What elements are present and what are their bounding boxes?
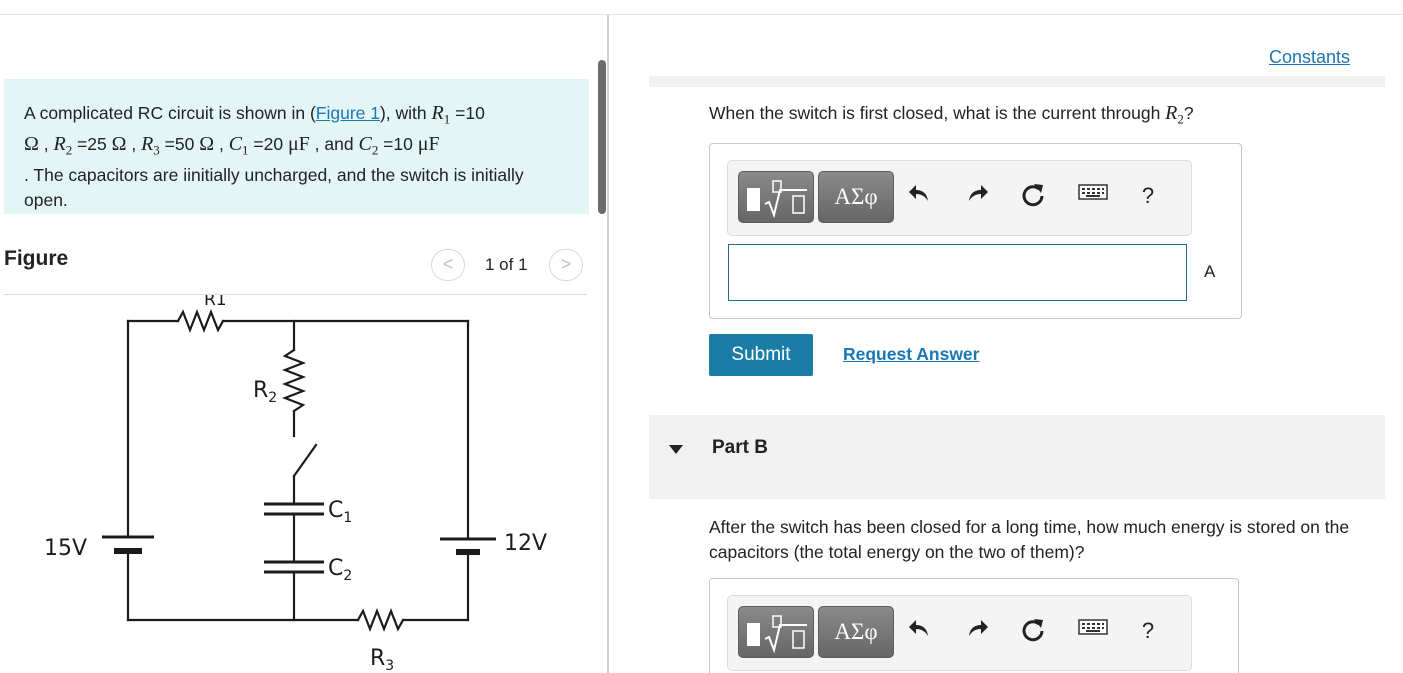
- c2-label-sub: 2: [343, 568, 352, 584]
- r3-label-letter: R: [370, 646, 385, 671]
- voltage-15v-label: 15V: [44, 536, 87, 561]
- part-a-header-strip: [649, 76, 1385, 87]
- r3-value: =50: [159, 134, 200, 154]
- part-a-question: When the switch is first closed, what is…: [709, 102, 1194, 128]
- r3-symbol: R: [141, 133, 154, 155]
- c2-label: C2: [328, 556, 352, 584]
- problem-text: A complicated RC circuit is shown in (Fi…: [24, 102, 524, 210]
- part-b-answer-box: ΑΣφ ?: [709, 578, 1239, 673]
- keyboard-icon[interactable]: [1078, 616, 1108, 650]
- switch-blade: [292, 443, 318, 478]
- pager-count: 1 of 1: [485, 255, 528, 274]
- problem-text-with: ), with: [379, 103, 432, 123]
- redo-icon[interactable]: [961, 616, 991, 650]
- next-figure-button[interactable]: >: [549, 249, 583, 281]
- radical-icon: [764, 180, 807, 218]
- r2-symbol: R: [53, 133, 66, 155]
- part-a-question-mark: ?: [1183, 103, 1194, 123]
- math-toolbar: ΑΣφ ?: [727, 595, 1192, 671]
- help-icon[interactable]: ?: [1133, 616, 1163, 650]
- part-a-answer-input[interactable]: [728, 244, 1187, 301]
- resistor-r1: [176, 308, 225, 334]
- part-a-question-symbol: R: [1165, 102, 1178, 124]
- r3-label: R3: [370, 646, 394, 673]
- c2-symbol: C: [358, 133, 372, 155]
- part-b-title: Part B: [712, 437, 768, 458]
- part-a-question-text: When the switch is first closed, what is…: [709, 103, 1166, 123]
- ohm-unit: Ω: [111, 133, 127, 155]
- resistor-r3: [356, 607, 405, 633]
- c1-label: C1: [328, 498, 352, 526]
- figure-link[interactable]: Figure 1: [316, 103, 380, 123]
- previous-figure-button[interactable]: <: [431, 249, 465, 281]
- c2-value: =10: [378, 134, 418, 154]
- greek-symbols-button[interactable]: ΑΣφ: [818, 171, 894, 223]
- submit-button[interactable]: Submit: [709, 334, 813, 376]
- problem-statement: A complicated RC circuit is shown in (Fi…: [4, 79, 589, 214]
- caret-down-icon[interactable]: [669, 445, 683, 454]
- constants-link[interactable]: Constants: [1269, 47, 1350, 68]
- templates-button[interactable]: [738, 171, 814, 223]
- r3-label-sub: 3: [385, 658, 394, 673]
- r1-symbol: R: [431, 102, 444, 124]
- pane-divider[interactable]: [607, 15, 609, 673]
- problem-text-prefix: A complicated RC circuit is shown in (: [24, 103, 316, 123]
- left-pane-scrollbar[interactable]: [598, 60, 606, 214]
- undo-icon[interactable]: [906, 181, 936, 215]
- r2-label-letter: R: [253, 378, 268, 403]
- unit-label: A: [1204, 262, 1216, 281]
- c1-value: =20: [248, 134, 288, 154]
- circuit-diagram: R1 R2 C1 C2 R3 15V 12V: [44, 295, 547, 673]
- r2-label: R2: [253, 378, 277, 406]
- part-a-answer-box: ΑΣφ ? A: [709, 143, 1242, 319]
- c1-label-letter: C: [328, 498, 343, 523]
- ohm-unit: Ω: [24, 133, 39, 155]
- r1-value: =10: [450, 103, 485, 123]
- templates-icon: [747, 623, 760, 646]
- help-icon[interactable]: ?: [1133, 181, 1163, 215]
- uf-unit: μF: [417, 133, 440, 155]
- problem-text-end: . The capacitors are iinitially uncharge…: [24, 165, 524, 210]
- radical-icon: [764, 615, 807, 653]
- undo-icon[interactable]: [906, 616, 936, 650]
- reset-icon[interactable]: [1018, 616, 1048, 650]
- and-text: , and: [309, 134, 359, 154]
- templates-button[interactable]: [738, 606, 814, 658]
- c1-label-sub: 1: [343, 510, 352, 526]
- r2-label-sub: 2: [268, 390, 277, 406]
- math-toolbar: ΑΣφ ?: [727, 160, 1192, 236]
- redo-icon[interactable]: [961, 181, 991, 215]
- keyboard-icon[interactable]: [1078, 181, 1108, 215]
- uf-unit: μF: [287, 133, 310, 155]
- r1-label: R1: [204, 295, 227, 310]
- ohm-unit: Ω: [199, 133, 215, 155]
- part-b-question: After the switch has been closed for a l…: [709, 517, 1350, 562]
- c2-label-letter: C: [328, 556, 343, 581]
- part-b-header[interactable]: Part B: [649, 415, 1385, 499]
- figure-title: Figure: [4, 247, 69, 270]
- c1-symbol: C: [228, 133, 243, 155]
- request-answer-link[interactable]: Request Answer: [843, 344, 979, 365]
- left-pane: A complicated RC circuit is shown in (Fi…: [0, 15, 607, 673]
- resistor-r2: [281, 348, 307, 413]
- r2-value: =25: [72, 134, 112, 154]
- reset-icon[interactable]: [1018, 181, 1048, 215]
- voltage-12v-label: 12V: [504, 531, 547, 556]
- greek-symbols-button[interactable]: ΑΣφ: [818, 606, 894, 658]
- templates-icon: [747, 188, 760, 211]
